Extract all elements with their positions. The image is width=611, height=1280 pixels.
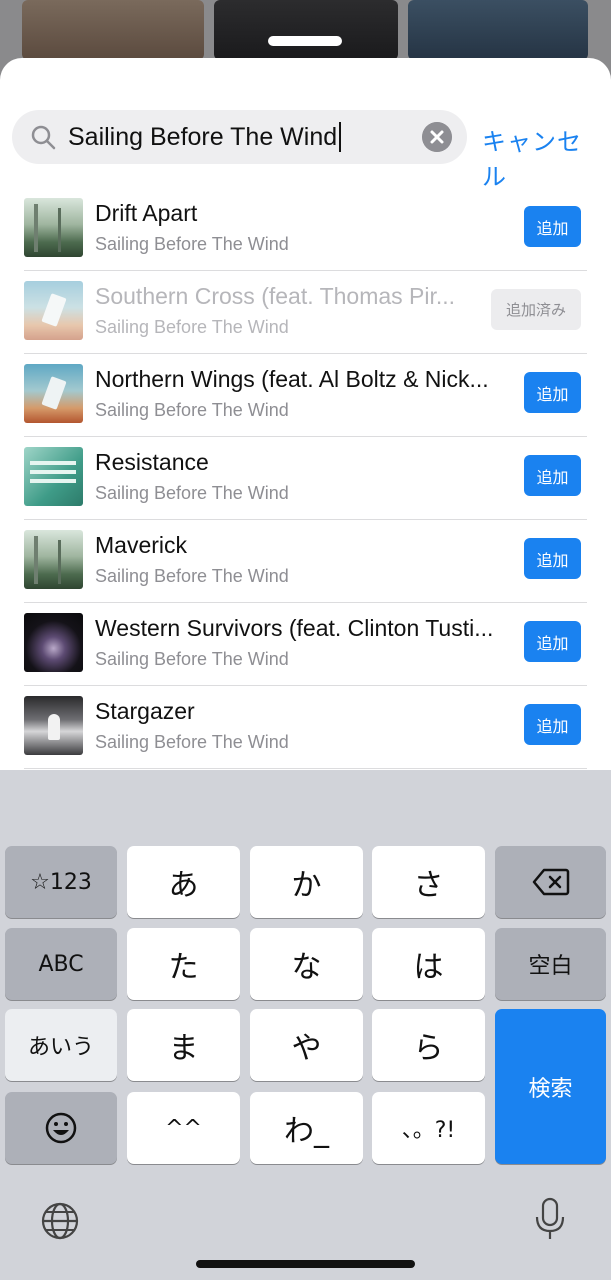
home-indicator (196, 1260, 415, 1268)
sheet-grabber[interactable] (268, 36, 342, 46)
key-punctuation[interactable]: 、。?! (372, 1092, 485, 1164)
key-wa[interactable]: わ_ (250, 1092, 363, 1164)
add-button[interactable]: 追加 (524, 206, 581, 247)
key-ya[interactable]: や (250, 1009, 363, 1081)
backspace-icon (532, 868, 569, 896)
key-abc[interactable]: ABC (5, 928, 117, 1000)
cancel-button[interactable]: キャンセル (482, 122, 602, 192)
key-ra[interactable]: ら (372, 1009, 485, 1081)
key-ha[interactable]: は (372, 928, 485, 1000)
song-artist: Sailing Before The Wind (95, 649, 289, 669)
background-thumbnail (214, 0, 398, 60)
song-artist: Sailing Before The Wind (95, 483, 289, 503)
list-item[interactable]: Stargazer Sailing Before The Wind 追加 (0, 686, 611, 769)
song-title: Southern Cross (feat. Thomas Pir... (95, 283, 456, 309)
song-title: Stargazer (95, 698, 195, 724)
microphone-icon[interactable] (534, 1197, 566, 1241)
added-button: 追加済み (491, 289, 581, 330)
key-numbers[interactable]: ☆123 (5, 846, 117, 918)
song-title: Drift Apart (95, 200, 198, 226)
search-bar: キャンセル (12, 110, 602, 191)
space-key[interactable]: 空白 (495, 928, 606, 1000)
search-input[interactable] (68, 118, 418, 156)
song-artist: Sailing Before The Wind (95, 566, 289, 586)
key-a[interactable]: あ (127, 846, 240, 918)
album-art (24, 613, 83, 672)
backspace-key[interactable] (495, 846, 606, 918)
key-hiragana[interactable]: あいう (5, 1009, 117, 1081)
song-artist: Sailing Before The Wind (95, 234, 289, 254)
background-thumbnail (22, 0, 204, 60)
song-title: Northern Wings (feat. Al Boltz & Nick... (95, 366, 489, 392)
key-ma[interactable]: ま (127, 1009, 240, 1081)
add-button[interactable]: 追加 (524, 621, 581, 662)
song-title: Resistance (95, 449, 209, 475)
search-icon (31, 125, 56, 150)
divider (24, 768, 587, 769)
album-art (24, 530, 83, 589)
key-na[interactable]: な (250, 928, 363, 1000)
add-button[interactable]: 追加 (524, 538, 581, 579)
text-caret (339, 122, 341, 152)
emoji-key[interactable] (5, 1092, 117, 1164)
song-artist: Sailing Before The Wind (95, 400, 289, 420)
key-sa[interactable]: さ (372, 846, 485, 918)
list-item[interactable]: Maverick Sailing Before The Wind 追加 (0, 520, 611, 603)
key-ka[interactable]: か (250, 846, 363, 918)
emoji-icon (45, 1112, 77, 1144)
key-kaomoji[interactable]: ^^ (127, 1092, 240, 1164)
search-field[interactable] (12, 110, 467, 164)
search-key[interactable]: 検索 (495, 1009, 606, 1164)
song-title: Maverick (95, 532, 188, 558)
song-list: Drift Apart Sailing Before The Wind 追加 S… (0, 188, 611, 769)
song-artist: Sailing Before The Wind (95, 317, 289, 337)
list-item[interactable]: Drift Apart Sailing Before The Wind 追加 (0, 188, 611, 271)
list-item[interactable]: Resistance Sailing Before The Wind 追加 (0, 437, 611, 520)
add-button[interactable]: 追加 (524, 372, 581, 413)
list-item[interactable]: Southern Cross (feat. Thomas Pir... Sail… (0, 271, 611, 354)
list-item[interactable]: Western Survivors (feat. Clinton Tusti..… (0, 603, 611, 686)
add-button[interactable]: 追加 (524, 704, 581, 745)
add-button[interactable]: 追加 (524, 455, 581, 496)
album-art (24, 447, 83, 506)
search-sheet: キャンセル Drift Apart Sailing Before The Win… (0, 58, 611, 770)
album-art (24, 281, 83, 340)
key-ta[interactable]: た (127, 928, 240, 1000)
clear-icon[interactable] (422, 122, 452, 152)
list-item[interactable]: Northern Wings (feat. Al Boltz & Nick...… (0, 354, 611, 437)
japanese-keyboard: ☆123 あ か さ ABC た な は 空白 あいう ま や ら 検索 ^^ … (0, 770, 611, 1280)
song-artist: Sailing Before The Wind (95, 732, 289, 752)
globe-icon[interactable] (40, 1201, 80, 1241)
album-art (24, 696, 83, 755)
background-thumbnail (408, 0, 588, 60)
album-art (24, 364, 83, 423)
album-art (24, 198, 83, 257)
song-title: Western Survivors (feat. Clinton Tusti..… (95, 615, 494, 641)
